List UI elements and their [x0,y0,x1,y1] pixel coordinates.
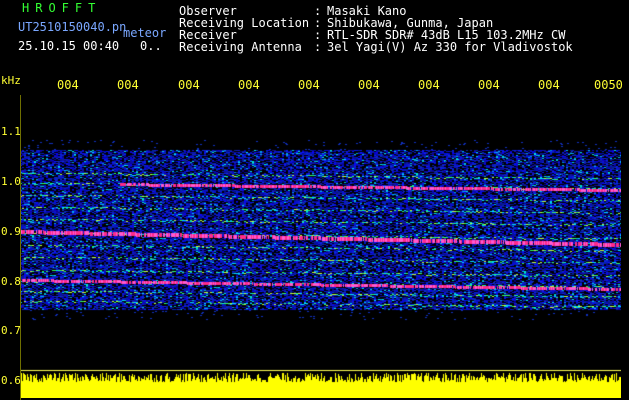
freq-tick: 0.8 [1,275,21,288]
file-name: UT2510150040.pn [18,20,127,34]
time-tick: 004 [238,78,260,92]
spectrogram-canvas [20,95,621,398]
time-tick: 004 [418,78,440,92]
time-tick: 004 [358,78,380,92]
time-tick: 004 [178,78,200,92]
time-tick: 004 [538,78,560,92]
time-tick: 004 [57,78,79,92]
file-tag: meteor [123,26,167,40]
app-title: HROFFT [22,1,102,15]
antenna-value: 3el Yagi(V) Az 330 for Vladivostok [327,40,573,54]
date-time: 25.10.15 00:40 [18,39,120,53]
field-separator: : [314,40,322,54]
freq-tick: 0.6 [1,374,21,387]
time-tick: 0050 [594,78,623,92]
time-tick: 004 [478,78,500,92]
freq-tick: 1.1 [1,125,21,138]
antenna-label: Receiving Antenna [179,40,302,54]
freq-tick: 1.0 [1,175,21,188]
more-indicator: 0.. [140,39,162,53]
time-tick: 004 [117,78,139,92]
axis-line [20,95,21,400]
time-tick: 004 [298,78,320,92]
unit-label: kHz [1,74,21,87]
freq-tick: 0.9 [1,225,21,238]
freq-tick: 0.7 [1,324,21,337]
